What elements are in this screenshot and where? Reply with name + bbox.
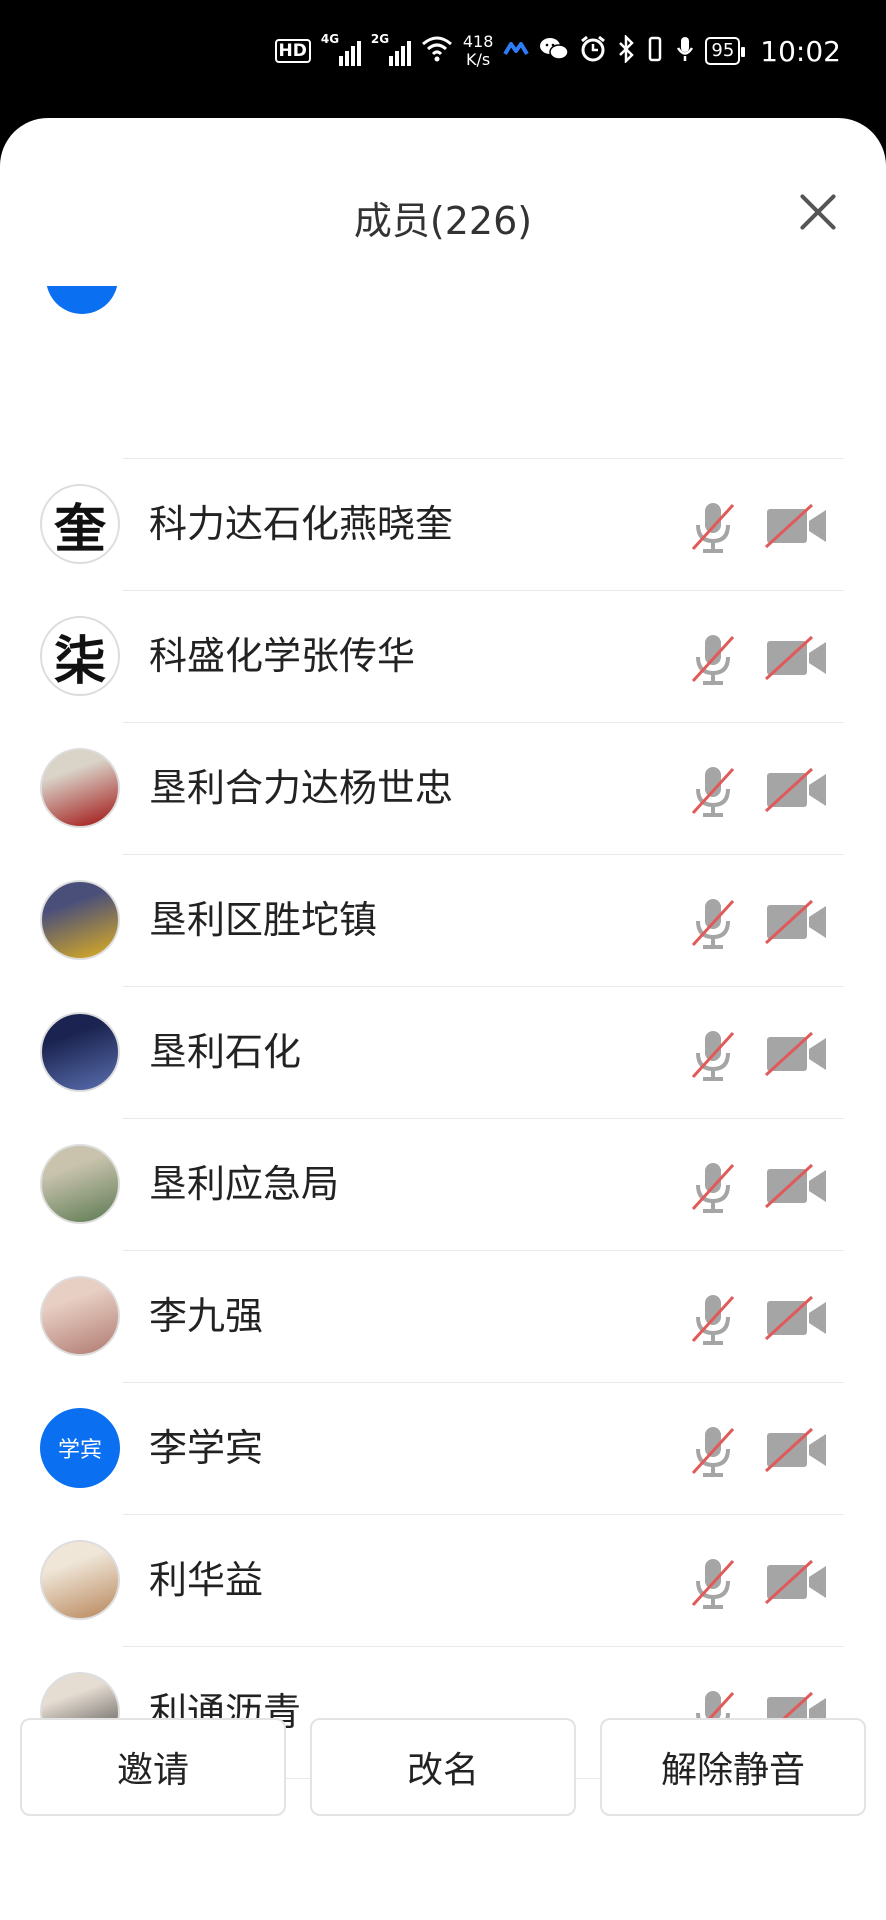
wifi-icon: [421, 34, 453, 69]
member-list[interactable]: 奎 科力达石化燕晓奎 柒 科盛化学张传华 垦利合力达杨世忠 垦利区胜坨镇 垦利石…: [0, 286, 886, 1794]
avatar-glyph: 柒: [53, 630, 106, 692]
members-sheet: 成员(226) 奎 科力达石化燕晓奎 柒 科盛化学张传华 垦利合力达杨世忠 垦利…: [0, 118, 886, 1920]
member-name: 垦利石化: [149, 1030, 302, 1074]
avatar: [40, 748, 120, 828]
avatar: [40, 1012, 120, 1092]
list-item[interactable]: 垦利石化: [0, 987, 886, 1119]
list-item[interactable]: 学宾 李学宾: [0, 1383, 886, 1515]
mic-off-icon[interactable]: [690, 895, 736, 951]
avatar: 柒: [40, 616, 120, 696]
member-name: 科盛化学张传华: [149, 634, 416, 678]
list-item[interactable]: 垦利应急局: [0, 1119, 886, 1251]
status-bar: HD 4G 2G 418 K/s 95 10:02: [0, 0, 886, 118]
mic-off-icon[interactable]: [690, 763, 736, 819]
video-off-icon[interactable]: [764, 1031, 830, 1077]
network-speed: 418 K/s: [462, 32, 494, 69]
page-title: 成员(226): [353, 199, 533, 243]
list-item[interactable]: 利华益: [0, 1515, 886, 1647]
list-item[interactable]: 垦利合力达杨世忠: [0, 723, 886, 855]
member-name: 垦利区胜坨镇: [149, 898, 378, 942]
mic-off-icon[interactable]: [690, 631, 736, 687]
video-off-icon[interactable]: [764, 1163, 830, 1209]
close-icon[interactable]: [798, 192, 838, 232]
avatar: 学宾: [40, 1408, 120, 1488]
mic-off-icon[interactable]: [690, 1159, 736, 1215]
meeting-app-icon: [503, 40, 530, 62]
list-item[interactable]: 奎 科力达石化燕晓奎: [0, 459, 886, 591]
clock: 10:02: [760, 34, 841, 68]
mic-off-icon[interactable]: [690, 1555, 736, 1611]
rename-button[interactable]: 改名: [310, 1718, 576, 1816]
member-name: 利华益: [149, 1558, 264, 1602]
mic-off-icon[interactable]: [690, 1027, 736, 1083]
avatar-glyph: 奎: [53, 498, 106, 560]
unmute-button[interactable]: 解除静音: [600, 1718, 866, 1816]
avatar: [40, 1144, 120, 1224]
member-name: 科力达石化燕晓奎: [149, 502, 454, 546]
avatar: [46, 286, 118, 314]
alarm-icon: [579, 35, 607, 67]
vibrate-icon: [645, 35, 665, 67]
member-name: 垦利应急局: [149, 1162, 340, 1206]
bluetooth-icon: [617, 33, 635, 67]
video-off-icon[interactable]: [764, 1427, 830, 1473]
signal-icon: 4G: [321, 32, 361, 66]
avatar: [40, 880, 120, 960]
member-rows: 奎 科力达石化燕晓奎 柒 科盛化学张传华 垦利合力达杨世忠 垦利区胜坨镇 垦利石…: [0, 459, 886, 1779]
invite-button[interactable]: 邀请: [20, 1718, 286, 1816]
avatar: [40, 1540, 120, 1620]
avatar: [40, 1276, 120, 1356]
list-item[interactable]: 柒 科盛化学张传华: [0, 591, 886, 723]
video-off-icon[interactable]: [764, 767, 830, 813]
video-off-icon[interactable]: [764, 503, 830, 549]
hd-indicator: HD: [274, 39, 311, 63]
wechat-icon: [539, 36, 570, 66]
mic-off-icon[interactable]: [690, 1423, 736, 1479]
avatar-initials: 学宾: [57, 1438, 102, 1463]
mic-status-icon: [675, 35, 695, 67]
mic-off-icon[interactable]: [690, 499, 736, 555]
mic-off-icon[interactable]: [690, 1291, 736, 1347]
member-name: 李九强: [149, 1294, 264, 1338]
video-off-icon[interactable]: [764, 635, 830, 681]
video-off-icon[interactable]: [764, 899, 830, 945]
avatar: 奎: [40, 484, 120, 564]
video-off-icon[interactable]: [764, 1559, 830, 1605]
list-item[interactable]: 李九强: [0, 1251, 886, 1383]
signal-icon: 2G: [371, 32, 411, 66]
member-name: 李学宾: [149, 1426, 264, 1470]
video-off-icon[interactable]: [764, 1295, 830, 1341]
list-item[interactable]: 垦利区胜坨镇: [0, 855, 886, 987]
action-bar: 邀请 改名 解除静音: [20, 1718, 866, 1816]
member-name: 垦利合力达杨世忠: [149, 766, 454, 810]
battery-icon: 95: [705, 37, 746, 65]
